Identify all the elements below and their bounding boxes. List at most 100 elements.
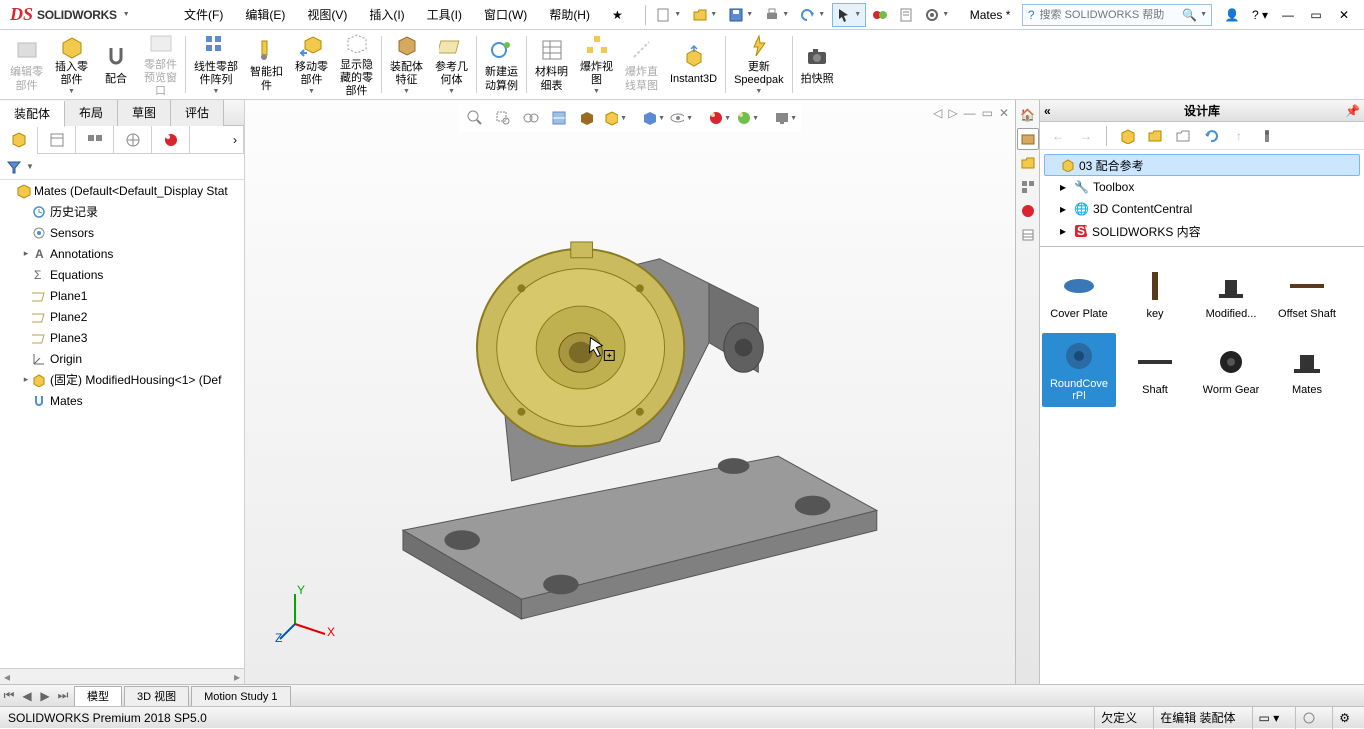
gallery-key[interactable]: key [1118,257,1192,331]
menu-tools[interactable]: 工具(I) [417,1,472,29]
options-button[interactable]: ▼ [920,3,954,27]
tab-assembly[interactable]: 装配体 [0,101,65,127]
show-hidden-button[interactable]: 显示隐 藏的零 部件 [334,32,379,97]
feature-manager-tab[interactable] [0,126,38,154]
user-button[interactable]: 👤 [1220,3,1244,27]
rebuild-button[interactable] [868,3,892,27]
previous-view-button[interactable] [519,106,543,130]
tree-modified-housing[interactable]: ▸(固定) ModifiedHousing<1> (Def [0,369,244,390]
tree-root[interactable]: Mates (Default<Default_Display Stat [0,180,244,201]
tree-annotations[interactable]: ▸AAnnotations [0,243,244,264]
gallery-modified[interactable]: Modified... [1194,257,1268,331]
tabs-scroll-next[interactable]: ▶ [36,689,54,703]
smart-snap-button[interactable]: 智能扣 件 [244,32,289,97]
back-button[interactable]: ← [1046,124,1070,148]
refresh-button[interactable] [1199,124,1223,148]
tab-model[interactable]: 模型 [74,686,122,706]
graphics-viewport[interactable]: Y X Z [245,100,1015,684]
menu-insert[interactable]: 插入(I) [359,1,414,29]
search-input[interactable] [1040,9,1182,21]
tab-evaluate[interactable]: 评估 [171,100,224,126]
search-icon[interactable]: 🔍 [1182,8,1199,22]
menu-file[interactable]: 文件(F) [174,1,233,29]
pin-icon[interactable]: 📌 [1345,104,1360,118]
close-button[interactable]: ✕ [1332,3,1356,27]
file-properties-button[interactable] [894,3,918,27]
new-button[interactable]: ▼ [652,3,686,27]
ref-geom-button[interactable]: 参考几 何体▼ [429,32,474,97]
forward-button[interactable]: → [1074,124,1098,148]
linear-pattern-button[interactable]: 线性零部 件阵列▼ [188,32,244,97]
restore-button[interactable]: ▭ [1304,3,1328,27]
vp-minimize-button[interactable]: — [964,106,976,120]
logo-dropdown-icon[interactable]: ▼ [123,11,130,18]
zoom-fit-button[interactable] [463,106,487,130]
menu-edit[interactable]: 编辑(E) [235,1,295,29]
tree-plane1[interactable]: Plane1 [0,285,244,306]
menu-window[interactable]: 窗口(W) [474,1,537,29]
tabs-scroll-prev[interactable]: ◀ [18,689,36,703]
menu-view[interactable]: 视图(V) [297,1,357,29]
tree-plane2[interactable]: Plane2 [0,306,244,327]
select-button[interactable]: ▼ [832,3,866,27]
apply-scene-button[interactable]: ▼ [735,106,759,130]
vp-next-icon[interactable]: ▷ [948,106,957,120]
explode-button[interactable]: 爆炸视 图▼ [574,32,619,97]
view-triad[interactable]: Y X Z [275,584,335,644]
vp-close-button[interactable]: ✕ [999,106,1009,120]
status-units-button[interactable]: ▭ ▾ [1252,707,1286,729]
taskpane-home-tab[interactable]: 🏠 [1017,104,1039,126]
minimize-button[interactable]: — [1276,3,1300,27]
collapse-icon[interactable]: « [1044,104,1051,118]
tab-3dview[interactable]: 3D 视图 [124,686,189,706]
view-orientation-button[interactable]: ▼ [603,106,627,130]
section-view-button[interactable] [547,106,571,130]
instant3d-button[interactable]: Instant3D [664,32,723,97]
dl-item-contentcentral[interactable]: ▸🌐3D ContentCentral [1044,198,1360,220]
dl-item-swcontent[interactable]: ▸SWSOLIDWORKS 内容 [1044,220,1360,242]
undo-button[interactable]: ▼ [796,3,830,27]
edit-part-button[interactable]: 编辑零 部件 [4,32,49,97]
mate-button[interactable]: 配合 [94,32,138,97]
gallery-mates[interactable]: Mates [1270,333,1344,407]
status-editing[interactable]: 在编辑 装配体 [1153,707,1241,729]
hide-show-button[interactable]: ▼ [669,106,693,130]
dynamic-annotation-button[interactable] [575,106,599,130]
tree-filter[interactable]: ▼ [0,154,244,180]
dl-item-ref[interactable]: 03 配合参考 [1044,154,1360,176]
configuration-manager-tab[interactable] [76,126,114,154]
assembly-feature-button[interactable]: 装配体 特征▼ [384,32,429,97]
gallery-worm-gear[interactable]: Worm Gear [1194,333,1268,407]
tree-history[interactable]: 历史记录 [0,201,244,222]
print-button[interactable]: ▼ [760,3,794,27]
gallery-cover-plate[interactable]: Cover Plate [1042,257,1116,331]
search-dropdown-icon[interactable]: ▼ [1200,11,1211,18]
tabs-scroll-last[interactable]: ⏭ [54,688,72,703]
status-underdefined[interactable]: 欠定义 [1094,707,1143,729]
taskpane-appearances-tab[interactable] [1017,200,1039,222]
explode-line-button[interactable]: 爆炸直 线草图 [619,32,664,97]
vp-prev-icon[interactable]: ◁ [933,106,942,120]
view-settings-button[interactable]: ▼ [773,106,797,130]
taskpane-view-palette-tab[interactable] [1017,176,1039,198]
tree-origin[interactable]: Origin [0,348,244,369]
snapshot-button[interactable]: 拍快照 [795,32,840,97]
tree-sensors[interactable]: Sensors [0,222,244,243]
config-button[interactable] [1255,124,1279,148]
tree-equations[interactable]: ΣEquations [0,264,244,285]
open-button[interactable]: ▼ [688,3,722,27]
tree-mates[interactable]: Mates [0,390,244,411]
tree-plane3[interactable]: Plane3 [0,327,244,348]
save-button[interactable]: ▼ [724,3,758,27]
part-preview-window-button[interactable]: 零部件 预览窗 口 [138,32,183,97]
update-speedpak-button[interactable]: 更新 Speedpak▼ [728,32,790,97]
vp-maximize-button[interactable]: ▭ [982,106,993,120]
move-part-button[interactable]: 移动零 部件▼ [289,32,334,97]
menu-star-icon[interactable]: ★ [602,1,633,29]
status-rebuild-button[interactable] [1295,707,1322,729]
add-folder-button[interactable] [1143,124,1167,148]
gallery-offset-shaft[interactable]: Offset Shaft [1270,257,1344,331]
taskpane-designlib-tab[interactable] [1017,128,1039,150]
up-button[interactable]: ↑ [1227,124,1251,148]
tabs-scroll-first[interactable]: ⏮ [0,688,18,703]
